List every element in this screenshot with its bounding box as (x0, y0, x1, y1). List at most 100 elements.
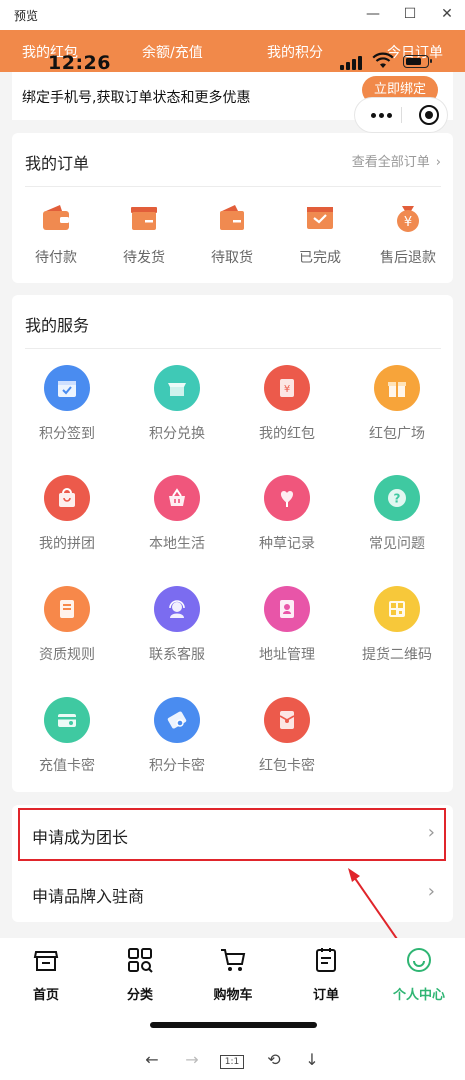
tab-label: 分类 (126, 988, 153, 1003)
service-label: 种草记录 (259, 536, 315, 552)
close-miniprogram-icon[interactable] (419, 105, 439, 125)
order-status-label: 售后退款 (380, 250, 436, 266)
service-label: 常见问题 (369, 536, 425, 552)
order-status-label: 待取货 (211, 250, 253, 266)
service-label: 我的拼团 (39, 536, 95, 552)
points-card-icon (154, 697, 200, 743)
store-icon (33, 951, 59, 971)
tab-label: 个人中心 (392, 988, 445, 1003)
top-nav-points[interactable]: 我的积分 (267, 42, 323, 62)
close-icon[interactable]: ✕ (436, 4, 458, 24)
service-points-exchange[interactable]: 积分兑换 (122, 365, 232, 443)
refund-yen-icon: ¥ (397, 206, 419, 232)
tab-personal-center[interactable]: 个人中心 (379, 946, 459, 1003)
rotate-icon[interactable]: ⟲ (262, 1050, 286, 1070)
service-label: 积分兑换 (149, 426, 205, 442)
heart-plant-icon (264, 475, 310, 521)
my-orders-card: 我的订单 查看全部订单 › 待付款 待发货 待取货 已完成 ¥ 售后退款 (12, 133, 453, 283)
order-status-label: 待发货 (123, 250, 165, 266)
smile-user-icon (407, 948, 431, 972)
pickup-bag-icon (220, 205, 244, 230)
actual-size-button[interactable]: 1:1 (220, 1055, 244, 1069)
minimize-icon[interactable]: — (362, 4, 384, 24)
service-red-packet-square[interactable]: 红包广场 (342, 365, 452, 443)
wallet-icon (43, 205, 69, 230)
service-points-card[interactable]: 积分卡密 (122, 697, 232, 775)
view-all-orders-link[interactable]: 查看全部订单 › (352, 151, 441, 170)
view-all-orders-label: 查看全部订单 (351, 155, 430, 170)
cart-icon (221, 949, 246, 971)
tab-category[interactable]: 分类 (100, 946, 180, 1003)
recharge-card-icon (44, 697, 90, 743)
tab-label: 购物车 (213, 988, 253, 1003)
miniprogram-capsule (355, 98, 447, 132)
chevron-right-icon: › (435, 155, 441, 170)
order-status-to-pickup[interactable]: 待取货 (188, 203, 276, 267)
service-points-signin[interactable]: 积分签到 (12, 365, 122, 443)
home-indicator (150, 1022, 317, 1028)
orders-divider (25, 186, 441, 187)
bind-phone-text: 绑定手机号,获取订单状态和更多优惠 (22, 90, 251, 106)
tab-orders[interactable]: 订单 (286, 946, 366, 1003)
order-status-to-ship[interactable]: 待发货 (100, 203, 188, 267)
service-qualification-rules[interactable]: 资质规则 (12, 586, 122, 664)
service-my-red-packets[interactable]: ¥ 我的红包 (232, 365, 342, 443)
svg-text:¥: ¥ (284, 384, 290, 395)
more-icon[interactable] (371, 113, 393, 119)
question-icon: ? (374, 475, 420, 521)
services-divider (25, 348, 441, 349)
service-label: 红包卡密 (259, 758, 315, 774)
certificate-icon (44, 586, 90, 632)
exchange-store-icon (154, 365, 200, 411)
order-status-after-sales[interactable]: ¥ 售后退款 (364, 203, 452, 267)
highlight-annotation-box (18, 808, 446, 861)
service-label: 地址管理 (259, 647, 315, 663)
calendar-check-icon (44, 365, 90, 411)
order-status-label: 待付款 (35, 250, 77, 266)
orders-title: 我的订单 (25, 154, 90, 173)
service-pickup-qr-code[interactable]: 提货二维码 (342, 586, 452, 664)
service-local-life[interactable]: 本地生活 (122, 475, 232, 553)
category-grid-icon (128, 948, 153, 973)
gift-icon (374, 365, 420, 411)
signal-icon (340, 56, 364, 70)
service-label: 提货二维码 (362, 647, 432, 663)
service-recharge-card[interactable]: 充值卡密 (12, 697, 122, 775)
customer-service-icon (154, 586, 200, 632)
tab-label: 首页 (32, 988, 59, 1003)
qr-code-icon (374, 586, 420, 632)
service-my-group-buy[interactable]: 我的拼团 (12, 475, 122, 553)
download-icon[interactable]: ↓ (300, 1050, 324, 1070)
service-label: 积分签到 (39, 426, 95, 442)
service-contact-support[interactable]: 联系客服 (122, 586, 232, 664)
service-address-management[interactable]: 地址管理 (232, 586, 342, 664)
tab-home[interactable]: 首页 (6, 946, 86, 1003)
services-title: 我的服务 (25, 316, 90, 335)
shopping-bag-icon (44, 475, 90, 521)
order-status-pending-payment[interactable]: 待付款 (12, 203, 100, 267)
service-red-packet-card[interactable]: 红包卡密 (232, 697, 342, 775)
red-envelope-icon: ¥ (264, 365, 310, 411)
order-list-icon (316, 948, 336, 972)
my-services-card: 我的服务 积分签到 积分兑换 ¥ 我的红包 红包广场 我的拼团 本地生活 种草记… (12, 295, 453, 792)
order-status-label: 已完成 (299, 250, 341, 266)
list-item-label: 申请品牌入驻商 (32, 887, 145, 906)
forward-arrow-icon[interactable]: → (180, 1050, 204, 1070)
service-faq[interactable]: ? 常见问题 (342, 475, 452, 553)
tab-cart[interactable]: 购物车 (193, 946, 273, 1003)
service-label: 资质规则 (39, 647, 95, 663)
service-seeding-records[interactable]: 种草记录 (232, 475, 342, 553)
top-nav-balance[interactable]: 余额/充值 (142, 42, 203, 62)
wifi-icon (372, 52, 394, 68)
back-arrow-icon[interactable]: ← (140, 1050, 164, 1070)
order-status-completed[interactable]: 已完成 (276, 203, 364, 267)
basket-icon (154, 475, 200, 521)
chevron-right-icon: › (427, 881, 435, 902)
tab-label: 订单 (312, 988, 339, 1003)
service-label: 联系客服 (149, 647, 205, 663)
capsule-divider (401, 107, 402, 123)
maximize-icon[interactable]: ☐ (399, 4, 421, 24)
svg-text:?: ? (394, 492, 401, 506)
status-time: 12:26 (48, 52, 111, 74)
service-label: 本地生活 (149, 536, 205, 552)
